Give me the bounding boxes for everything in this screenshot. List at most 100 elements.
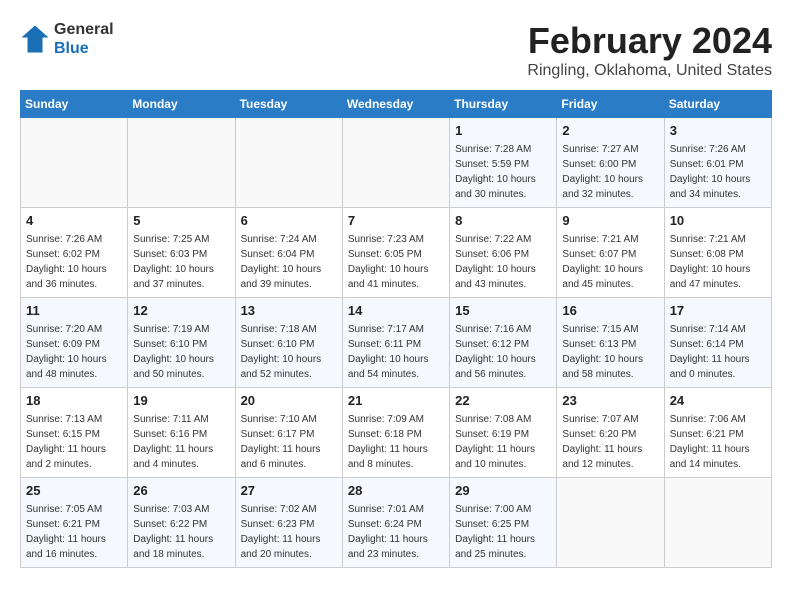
day-info: Sunrise: 7:26 AM Sunset: 6:01 PM Dayligh… xyxy=(670,142,766,202)
calendar-cell: 9Sunrise: 7:21 AM Sunset: 6:07 PM Daylig… xyxy=(557,208,664,298)
day-number: 11 xyxy=(26,302,122,320)
day-number: 8 xyxy=(455,212,551,230)
calendar-cell xyxy=(235,118,342,208)
calendar-cell: 13 Sunrise: 7:18 AM Sunset: 6:10 PM Dayli… xyxy=(235,298,342,388)
day-number: 24 xyxy=(670,392,766,410)
calendar-cell: 27 Sunrise: 7:02 AM Sunset: 6:23 PM Dayli… xyxy=(235,478,342,568)
calendar-cell: 23 Sunrise: 7:07 AM Sunset: 6:20 PM Dayli… xyxy=(557,388,664,478)
day-info: Sunrise: 7:19 AM Sunset: 6:10 PM Dayligh… xyxy=(133,322,229,382)
day-info: Sunrise: 7:06 AM Sunset: 6:21 PM Dayligh… xyxy=(670,412,766,472)
calendar-cell: 11 Sunrise: 7:20 AM Sunset: 6:09 PM Dayli… xyxy=(21,298,128,388)
day-info: Sunrise: 7:22 AM Sunset: 6:06 PM Dayligh… xyxy=(455,232,551,292)
calendar-cell: 26Sunrise: 7:03 AM Sunset: 6:22 PM Dayli… xyxy=(128,478,235,568)
logo-blue: Blue xyxy=(54,39,114,58)
day-info: Sunrise: 7:08 AM Sunset: 6:19 PM Dayligh… xyxy=(455,412,551,472)
calendar-cell: 24 Sunrise: 7:06 AM Sunset: 6:21 PM Dayli… xyxy=(664,388,771,478)
day-number: 18 xyxy=(26,392,122,410)
day-number: 9 xyxy=(562,212,658,230)
weekday-header: Tuesday xyxy=(235,91,342,118)
calendar-cell: 8 Sunrise: 7:22 AM Sunset: 6:06 PM Daylig… xyxy=(450,208,557,298)
logo-text: General Blue xyxy=(54,20,114,58)
calendar-cell: 25 Sunrise: 7:05 AM Sunset: 6:21 PM Dayli… xyxy=(21,478,128,568)
calendar-week-row: 18 Sunrise: 7:13 AM Sunset: 6:15 PM Dayli… xyxy=(21,388,772,478)
calendar-cell: 18 Sunrise: 7:13 AM Sunset: 6:15 PM Dayli… xyxy=(21,388,128,478)
calendar-cell xyxy=(342,118,449,208)
day-number: 21 xyxy=(348,392,444,410)
calendar-cell: 2 Sunrise: 7:27 AM Sunset: 6:00 PM Daylig… xyxy=(557,118,664,208)
page-header: General Blue February 2024 Ringling, Okl… xyxy=(20,20,772,80)
calendar-cell: 6Sunrise: 7:24 AM Sunset: 6:04 PM Daylig… xyxy=(235,208,342,298)
day-info: Sunrise: 7:15 AM Sunset: 6:13 PM Dayligh… xyxy=(562,322,658,382)
day-info: Sunrise: 7:00 AM Sunset: 6:25 PM Dayligh… xyxy=(455,502,551,562)
calendar-cell xyxy=(664,478,771,568)
weekday-header: Saturday xyxy=(664,91,771,118)
day-info: Sunrise: 7:18 AM Sunset: 6:10 PM Dayligh… xyxy=(241,322,337,382)
day-info: Sunrise: 7:07 AM Sunset: 6:20 PM Dayligh… xyxy=(562,412,658,472)
day-number: 10 xyxy=(670,212,766,230)
calendar-cell: 29 Sunrise: 7:00 AM Sunset: 6:25 PM Dayli… xyxy=(450,478,557,568)
day-info: Sunrise: 7:21 AM Sunset: 6:08 PM Dayligh… xyxy=(670,232,766,292)
day-number: 15 xyxy=(455,302,551,320)
calendar-cell: 17Sunrise: 7:14 AM Sunset: 6:14 PM Dayli… xyxy=(664,298,771,388)
day-number: 26 xyxy=(133,482,229,500)
day-info: Sunrise: 7:26 AM Sunset: 6:02 PM Dayligh… xyxy=(26,232,122,292)
calendar-cell: 1Sunrise: 7:28 AM Sunset: 5:59 PM Daylig… xyxy=(450,118,557,208)
day-number: 4 xyxy=(26,212,122,230)
day-info: Sunrise: 7:11 AM Sunset: 6:16 PM Dayligh… xyxy=(133,412,229,472)
day-info: Sunrise: 7:02 AM Sunset: 6:23 PM Dayligh… xyxy=(241,502,337,562)
day-info: Sunrise: 7:01 AM Sunset: 6:24 PM Dayligh… xyxy=(348,502,444,562)
day-number: 6 xyxy=(241,212,337,230)
day-number: 19 xyxy=(133,392,229,410)
day-number: 17 xyxy=(670,302,766,320)
calendar-cell: 21 Sunrise: 7:09 AM Sunset: 6:18 PM Dayli… xyxy=(342,388,449,478)
logo-icon xyxy=(20,24,50,54)
title-area: February 2024 Ringling, Oklahoma, United… xyxy=(527,20,772,80)
day-number: 14 xyxy=(348,302,444,320)
day-number: 1 xyxy=(455,122,551,140)
day-info: Sunrise: 7:23 AM Sunset: 6:05 PM Dayligh… xyxy=(348,232,444,292)
calendar-week-row: 25 Sunrise: 7:05 AM Sunset: 6:21 PM Dayli… xyxy=(21,478,772,568)
day-number: 12 xyxy=(133,302,229,320)
weekday-header: Monday xyxy=(128,91,235,118)
calendar-cell: 5Sunrise: 7:25 AM Sunset: 6:03 PM Daylig… xyxy=(128,208,235,298)
weekday-header: Friday xyxy=(557,91,664,118)
day-info: Sunrise: 7:13 AM Sunset: 6:15 PM Dayligh… xyxy=(26,412,122,472)
day-number: 25 xyxy=(26,482,122,500)
day-number: 28 xyxy=(348,482,444,500)
day-info: Sunrise: 7:27 AM Sunset: 6:00 PM Dayligh… xyxy=(562,142,658,202)
calendar-cell: 10 Sunrise: 7:21 AM Sunset: 6:08 PM Dayli… xyxy=(664,208,771,298)
day-number: 27 xyxy=(241,482,337,500)
day-info: Sunrise: 7:05 AM Sunset: 6:21 PM Dayligh… xyxy=(26,502,122,562)
logo-general: General xyxy=(54,20,114,39)
calendar-cell: 3 Sunrise: 7:26 AM Sunset: 6:01 PM Daylig… xyxy=(664,118,771,208)
calendar-week-row: 4 Sunrise: 7:26 AM Sunset: 6:02 PM Daylig… xyxy=(21,208,772,298)
calendar-cell: 19 Sunrise: 7:11 AM Sunset: 6:16 PM Dayli… xyxy=(128,388,235,478)
calendar-cell: 28 Sunrise: 7:01 AM Sunset: 6:24 PM Dayli… xyxy=(342,478,449,568)
day-number: 3 xyxy=(670,122,766,140)
calendar-cell xyxy=(128,118,235,208)
calendar-cell xyxy=(557,478,664,568)
calendar-cell: 4 Sunrise: 7:26 AM Sunset: 6:02 PM Daylig… xyxy=(21,208,128,298)
calendar-cell: 12 Sunrise: 7:19 AM Sunset: 6:10 PM Dayli… xyxy=(128,298,235,388)
calendar-week-row: 1Sunrise: 7:28 AM Sunset: 5:59 PM Daylig… xyxy=(21,118,772,208)
day-number: 2 xyxy=(562,122,658,140)
calendar-cell: 15Sunrise: 7:16 AM Sunset: 6:12 PM Dayli… xyxy=(450,298,557,388)
day-number: 13 xyxy=(241,302,337,320)
calendar-cell: 7Sunrise: 7:23 AM Sunset: 6:05 PM Daylig… xyxy=(342,208,449,298)
month-title: February 2024 xyxy=(527,20,772,62)
day-info: Sunrise: 7:20 AM Sunset: 6:09 PM Dayligh… xyxy=(26,322,122,382)
day-info: Sunrise: 7:09 AM Sunset: 6:18 PM Dayligh… xyxy=(348,412,444,472)
calendar-table: SundayMondayTuesdayWednesdayThursdayFrid… xyxy=(20,90,772,568)
weekday-header: Thursday xyxy=(450,91,557,118)
calendar-cell: 20Sunrise: 7:10 AM Sunset: 6:17 PM Dayli… xyxy=(235,388,342,478)
calendar-cell: 22Sunrise: 7:08 AM Sunset: 6:19 PM Dayli… xyxy=(450,388,557,478)
weekday-header-row: SundayMondayTuesdayWednesdayThursdayFrid… xyxy=(21,91,772,118)
day-number: 29 xyxy=(455,482,551,500)
day-number: 23 xyxy=(562,392,658,410)
calendar-cell xyxy=(21,118,128,208)
calendar-week-row: 11 Sunrise: 7:20 AM Sunset: 6:09 PM Dayli… xyxy=(21,298,772,388)
weekday-header: Wednesday xyxy=(342,91,449,118)
calendar-cell: 14 Sunrise: 7:17 AM Sunset: 6:11 PM Dayli… xyxy=(342,298,449,388)
calendar-cell: 16Sunrise: 7:15 AM Sunset: 6:13 PM Dayli… xyxy=(557,298,664,388)
day-info: Sunrise: 7:17 AM Sunset: 6:11 PM Dayligh… xyxy=(348,322,444,382)
